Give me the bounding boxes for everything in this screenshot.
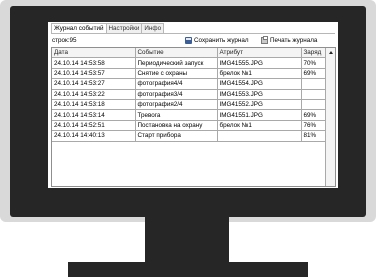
cell-event: фотография2/4 xyxy=(135,99,218,111)
cell-charge xyxy=(301,89,328,100)
column-header-attribute[interactable]: Атрибут xyxy=(217,48,302,59)
cell-date: 24.10.14 14:52:51 xyxy=(52,120,136,132)
vertical-scrollbar[interactable] xyxy=(325,48,335,186)
table-row[interactable]: 24.10.14 14:53:57 Снятие с охраны брелок… xyxy=(52,68,328,80)
monitor-stand-neck xyxy=(145,217,229,263)
cell-event: Тревога xyxy=(135,109,218,121)
cell-attribute: IMG41554.JPG xyxy=(217,78,302,90)
column-header-charge[interactable]: Заряд xyxy=(301,48,328,59)
cell-event: Периодический запуск xyxy=(135,57,218,69)
print-log-label: Печать журнала xyxy=(270,37,318,44)
cell-charge: 81% xyxy=(301,130,328,142)
cell-charge: 76% xyxy=(301,120,328,132)
tab-info[interactable]: Инфо xyxy=(141,23,165,33)
cell-attribute: IMG41555.JPG xyxy=(217,57,302,69)
table-row[interactable]: 24.10.14 14:53:58 Периодический запуск I… xyxy=(52,57,328,69)
cell-date: 24.10.14 14:53:14 xyxy=(52,109,136,121)
cell-attribute: IMG41553.JPG xyxy=(217,89,302,100)
cell-event: Снятие с охраны xyxy=(135,68,218,80)
cell-charge: 69% xyxy=(301,109,328,121)
cell-date: 24.10.14 14:53:57 xyxy=(52,68,136,80)
tab-bar: Журнал событий Настройки Инфо xyxy=(51,23,165,34)
cell-date: 24.10.14 14:53:58 xyxy=(52,57,136,69)
cell-date: 24.10.14 14:53:18 xyxy=(52,99,136,111)
cell-date: 24.10.14 14:53:22 xyxy=(52,89,136,100)
table-row[interactable]: 24.10.14 14:53:14 Тревога IMG41551.JPG 6… xyxy=(52,109,328,121)
table-header-row: Дата Событие Атрибут Заряд xyxy=(52,48,328,59)
column-header-date[interactable]: Дата xyxy=(52,48,136,59)
cell-attribute: брелок №1 xyxy=(217,68,302,80)
cell-event: Старт прибора xyxy=(135,130,218,142)
scroll-up-arrow-icon[interactable] xyxy=(326,48,335,57)
cell-attribute xyxy=(217,130,302,142)
monitor-stand-base xyxy=(68,262,308,277)
cell-event: фотография3/4 xyxy=(135,89,218,100)
cell-date: 24.10.14 14:40:13 xyxy=(52,130,136,142)
cell-date: 24.10.14 14:53:27 xyxy=(52,78,136,90)
floppy-disk-icon xyxy=(185,37,192,44)
app-screen: Журнал событий Настройки Инфо строк:95 С… xyxy=(48,22,338,188)
printer-icon xyxy=(261,36,268,44)
cell-event: фотография4/4 xyxy=(135,78,218,90)
table-row[interactable]: 24.10.14 14:53:22 фотография3/4 IMG41553… xyxy=(52,89,328,100)
cell-attribute: IMG41551.JPG xyxy=(217,109,302,121)
tab-settings[interactable]: Настройки xyxy=(105,23,143,33)
table-row[interactable]: 24.10.14 14:52:51 Постановка на охрану б… xyxy=(52,120,328,132)
cell-event: Постановка на охрану xyxy=(135,120,218,132)
event-log-table: Дата Событие Атрибут Заряд 24.10.14 14:5… xyxy=(51,47,336,187)
toolbar: строк:95 Сохранить журнал Печать журнала xyxy=(51,35,335,47)
cell-charge: 69% xyxy=(301,68,328,80)
save-log-label: Сохранить журнал xyxy=(194,37,249,44)
cell-charge xyxy=(301,78,328,90)
cell-attribute: IMG41552.JPG xyxy=(217,99,302,111)
print-log-button[interactable]: Печать журнала xyxy=(261,36,317,45)
column-header-event[interactable]: Событие xyxy=(135,48,218,59)
table-row[interactable]: 24.10.14 14:53:27 фотография4/4 IMG41554… xyxy=(52,78,328,90)
cell-attribute: брелок №1 xyxy=(217,120,302,132)
table-row[interactable]: 24.10.14 14:40:13 Старт прибора 81% xyxy=(52,130,328,142)
table-row[interactable]: 24.10.14 14:53:18 фотография2/4 IMG41552… xyxy=(52,99,328,111)
row-count-label: строк:95 xyxy=(52,37,77,44)
save-log-button[interactable]: Сохранить журнал xyxy=(185,36,249,45)
cell-charge xyxy=(301,99,328,111)
tab-divider xyxy=(51,33,335,34)
cell-charge: 70% xyxy=(301,57,328,69)
